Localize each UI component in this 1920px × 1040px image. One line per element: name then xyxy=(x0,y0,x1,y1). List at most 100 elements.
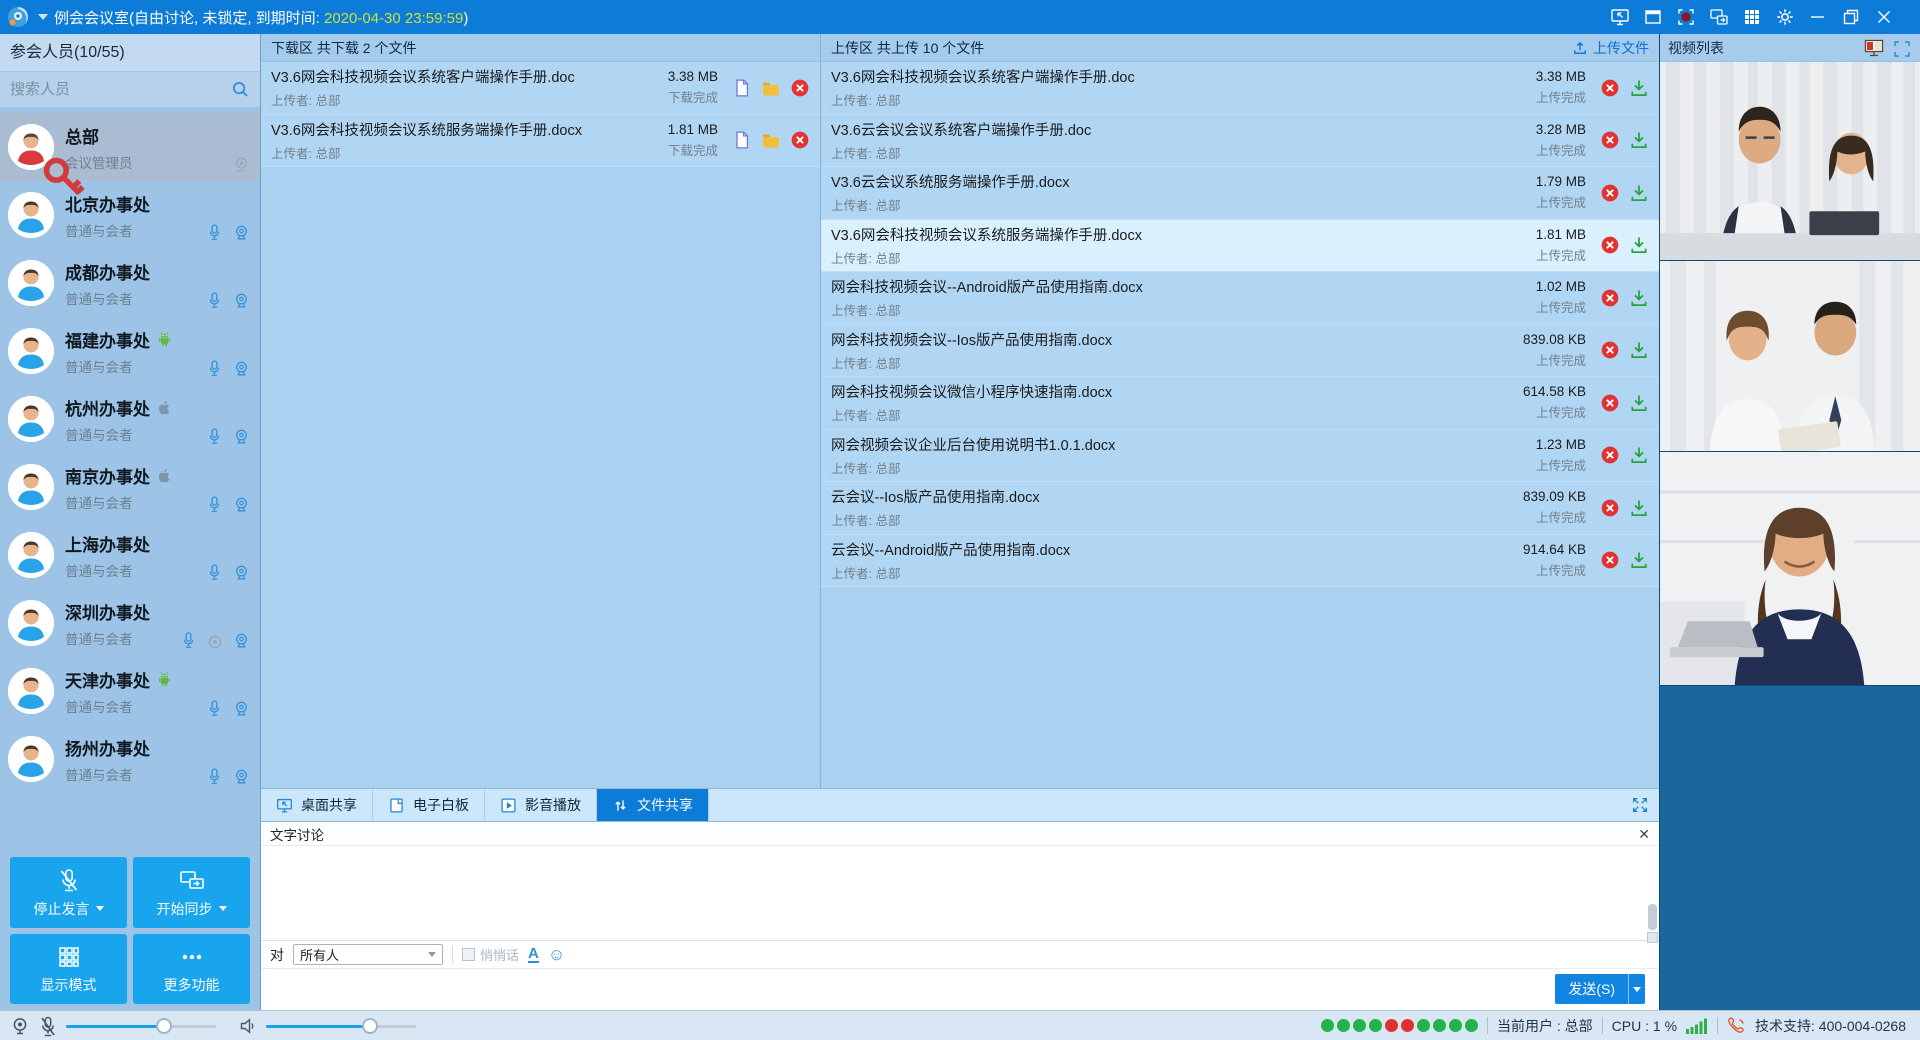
delete-file-icon[interactable] xyxy=(1600,445,1620,465)
record-icon[interactable] xyxy=(1676,7,1696,27)
message-input[interactable] xyxy=(261,969,1483,1009)
start-sync-button[interactable]: 开始同步 xyxy=(133,857,250,928)
delete-file-icon[interactable] xyxy=(1600,130,1620,150)
camera-icon[interactable] xyxy=(233,630,251,650)
participant-row[interactable]: 杭州办事处 普通与会者 xyxy=(0,385,260,453)
mic-icon[interactable] xyxy=(207,426,225,446)
font-style-icon[interactable]: A xyxy=(528,947,539,963)
mic-icon[interactable] xyxy=(207,494,225,514)
maximize-button[interactable] xyxy=(1841,7,1861,27)
mic-icon[interactable] xyxy=(207,562,225,582)
participant-row[interactable]: 总部 会议管理员 xyxy=(0,113,260,181)
participant-row[interactable]: 扬州办事处 普通与会者 xyxy=(0,725,260,793)
video-thumbnail-3[interactable] xyxy=(1660,452,1920,686)
chat-scrollbar[interactable] xyxy=(1648,904,1657,930)
screen-share-icon[interactable] xyxy=(1610,7,1630,27)
upload-file-row[interactable]: V3.6网会科技视频会议系统客户端操作手册.doc 上传者: 总部 3.38 M… xyxy=(821,62,1659,115)
participant-row[interactable]: 成都办事处 普通与会者 xyxy=(0,249,260,317)
delete-file-icon[interactable] xyxy=(1600,288,1620,308)
emoji-icon[interactable]: ☺ xyxy=(548,946,565,963)
video-layout-icon[interactable] xyxy=(1864,39,1884,57)
upload-file-row[interactable]: V3.6云会议系统服务端操作手册.docx 上传者: 总部 1.79 MB 上传… xyxy=(821,167,1659,220)
download-file-icon[interactable] xyxy=(1629,78,1649,98)
upload-file-row[interactable]: 云会议--Ios版产品使用指南.docx 上传者: 总部 839.09 KB 上… xyxy=(821,482,1659,535)
title-chevron-icon[interactable] xyxy=(38,14,48,20)
delete-file-icon[interactable] xyxy=(1600,340,1620,360)
upload-file-row[interactable]: 云会议--Android版产品使用指南.docx 上传者: 总部 914.64 … xyxy=(821,535,1659,588)
minimize-button[interactable] xyxy=(1808,7,1828,27)
upload-file-row[interactable]: 网会科技视频会议微信小程序快速指南.docx 上传者: 总部 614.58 KB… xyxy=(821,377,1659,430)
participant-row[interactable]: 南京办事处 普通与会者 xyxy=(0,453,260,521)
mic-icon[interactable] xyxy=(207,290,225,310)
camera-icon[interactable] xyxy=(233,290,251,310)
mic-volume-slider[interactable] xyxy=(66,1017,216,1035)
tab-desktop-share[interactable]: 桌面共享 xyxy=(261,789,373,821)
delete-file-icon[interactable] xyxy=(1600,498,1620,518)
delete-file-icon[interactable] xyxy=(790,78,810,98)
upload-file-row[interactable]: V3.6网会科技视频会议系统服务端操作手册.docx 上传者: 总部 1.81 … xyxy=(821,220,1659,273)
camera-icon[interactable] xyxy=(233,698,251,718)
participant-row[interactable]: 北京办事处 普通与会者 xyxy=(0,181,260,249)
participant-row[interactable]: 福建办事处 普通与会者 xyxy=(0,317,260,385)
mic-icon[interactable] xyxy=(207,358,225,378)
mic-icon[interactable] xyxy=(207,698,225,718)
delete-file-icon[interactable] xyxy=(1600,78,1620,98)
open-file-icon[interactable] xyxy=(732,130,752,150)
caret-down-icon[interactable] xyxy=(96,906,104,911)
chat-scrollbar-stepper[interactable] xyxy=(1647,932,1658,943)
send-options-caret[interactable] xyxy=(1628,974,1645,1004)
participant-row[interactable]: 上海办事处 普通与会者 xyxy=(0,521,260,589)
more-functions-button[interactable]: 更多功能 xyxy=(133,934,250,1004)
camera-icon[interactable] xyxy=(233,426,251,446)
participant-row[interactable]: 天津办事处 普通与会者 xyxy=(0,657,260,725)
expand-panel-icon[interactable] xyxy=(1631,796,1649,814)
download-file-icon[interactable] xyxy=(1629,498,1649,518)
delete-file-icon[interactable] xyxy=(1600,183,1620,203)
download-file-icon[interactable] xyxy=(1629,550,1649,570)
upload-file-button[interactable]: 上传文件 xyxy=(1572,38,1649,58)
download-file-icon[interactable] xyxy=(1629,235,1649,255)
mic-icon[interactable] xyxy=(207,766,225,786)
download-file-row[interactable]: V3.6网会科技视频会议系统服务端操作手册.docx 上传者: 总部 1.81 … xyxy=(261,115,820,168)
tab-whiteboard[interactable]: 电子白板 xyxy=(373,789,485,821)
camera-icon[interactable] xyxy=(233,358,251,378)
tab-media-play[interactable]: 影音播放 xyxy=(485,789,597,821)
download-file-icon[interactable] xyxy=(1629,340,1649,360)
upload-file-row[interactable]: V3.6云会议会议系统客户端操作手册.doc 上传者: 总部 3.28 MB 上… xyxy=(821,115,1659,168)
video-thumbnail-1[interactable] xyxy=(1660,62,1920,261)
camera-disabled-icon[interactable] xyxy=(233,154,251,174)
camera-icon[interactable] xyxy=(233,562,251,582)
chat-close-icon[interactable]: ✕ xyxy=(1638,827,1650,841)
delete-file-icon[interactable] xyxy=(1600,235,1620,255)
window-mode-icon[interactable] xyxy=(1643,7,1663,27)
grid-view-icon[interactable] xyxy=(1742,7,1762,27)
sync-screen-icon[interactable] xyxy=(1709,7,1729,27)
upload-file-row[interactable]: 网会科技视频会议--Android版产品使用指南.docx 上传者: 总部 1.… xyxy=(821,272,1659,325)
open-file-icon[interactable] xyxy=(732,78,752,98)
caret-down-icon[interactable] xyxy=(219,906,227,911)
mic-icon[interactable] xyxy=(181,630,199,650)
whisper-checkbox[interactable] xyxy=(462,948,475,961)
camera-icon[interactable] xyxy=(233,222,251,242)
upload-file-row[interactable]: 网会科技视频会议--Ios版产品使用指南.docx 上传者: 总部 839.08… xyxy=(821,325,1659,378)
download-file-icon[interactable] xyxy=(1629,183,1649,203)
delete-file-icon[interactable] xyxy=(790,130,810,150)
speaker-disabled-icon[interactable] xyxy=(207,630,225,650)
recipient-select[interactable]: 所有人 xyxy=(293,944,443,965)
close-button[interactable] xyxy=(1874,7,1894,27)
camera-icon[interactable] xyxy=(233,494,251,514)
settings-gear-icon[interactable] xyxy=(1775,7,1795,27)
download-file-icon[interactable] xyxy=(1629,130,1649,150)
download-file-row[interactable]: V3.6网会科技视频会议系统客户端操作手册.doc 上传者: 总部 3.38 M… xyxy=(261,62,820,115)
video-thumbnail-2[interactable] xyxy=(1660,261,1920,452)
download-file-icon[interactable] xyxy=(1629,288,1649,308)
camera-icon[interactable] xyxy=(233,766,251,786)
search-icon[interactable] xyxy=(231,80,250,99)
mic-muted-status-icon[interactable] xyxy=(38,1016,58,1036)
send-button[interactable]: 发送(S) xyxy=(1555,974,1628,1004)
display-mode-button[interactable]: 显示模式 xyxy=(10,934,127,1004)
speaker-volume-slider[interactable] xyxy=(266,1017,416,1035)
open-folder-icon[interactable] xyxy=(761,130,781,150)
stop-speaking-button[interactable]: 停止发言 xyxy=(10,857,127,928)
download-file-icon[interactable] xyxy=(1629,393,1649,413)
